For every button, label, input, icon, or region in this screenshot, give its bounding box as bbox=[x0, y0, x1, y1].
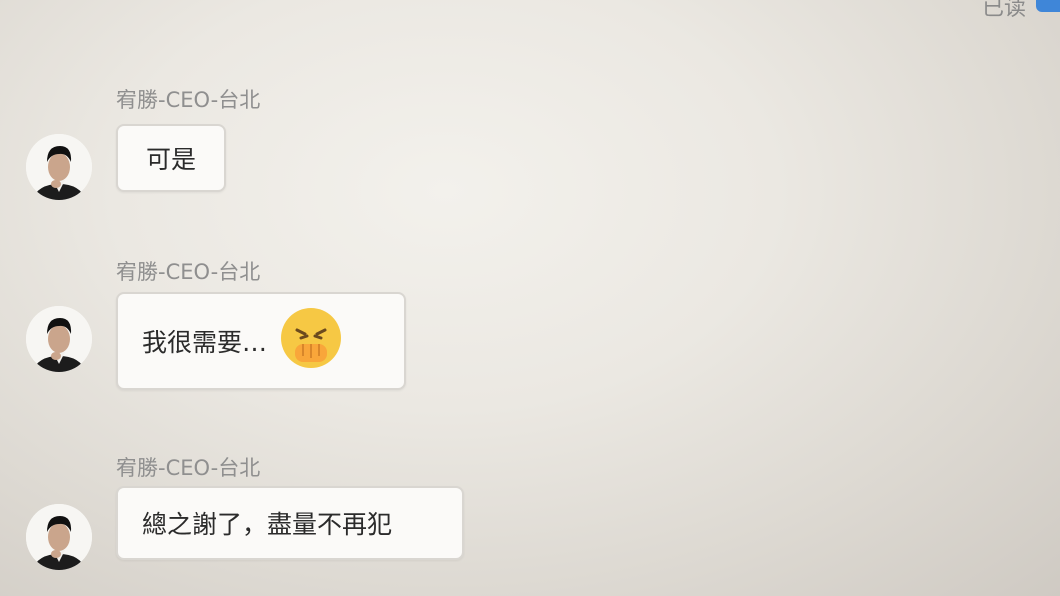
message-text: 可是 bbox=[145, 145, 196, 174]
avatar[interactable] bbox=[26, 306, 92, 372]
sender-name: 宥勝-CEO-台北 bbox=[116, 260, 261, 284]
person-avatar-icon bbox=[26, 306, 92, 372]
avatar[interactable] bbox=[26, 504, 92, 570]
sender-name: 宥勝-CEO-台北 bbox=[116, 456, 261, 480]
sender-name: 宥勝-CEO-台北 bbox=[116, 88, 261, 112]
read-status: 已读 bbox=[981, 0, 1026, 21]
person-avatar-icon bbox=[26, 504, 92, 570]
message-bubble[interactable]: 總之謝了，盡量不再犯 bbox=[116, 486, 464, 560]
message-bubble[interactable]: 可是 bbox=[116, 124, 226, 192]
top-right-button[interactable] bbox=[1036, 0, 1060, 12]
person-avatar-icon bbox=[26, 134, 92, 200]
avatar[interactable] bbox=[26, 134, 92, 200]
message-text: 總之謝了，盡量不再犯 bbox=[142, 510, 393, 539]
message-text: 我很需要… bbox=[142, 328, 268, 357]
nauseated-face-emoji-icon bbox=[279, 306, 343, 376]
message-bubble[interactable]: 我很需要… bbox=[116, 292, 406, 390]
